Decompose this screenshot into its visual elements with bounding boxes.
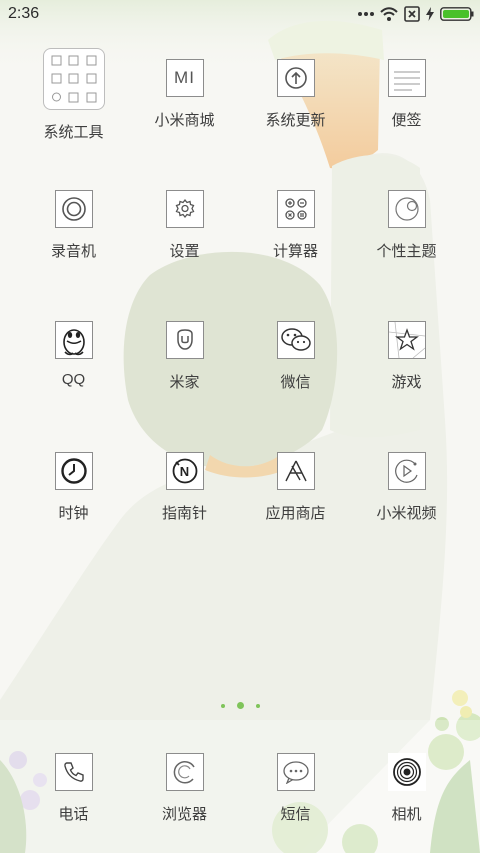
app-label: 微信 — [280, 373, 311, 391]
recorder-icon — [54, 190, 93, 228]
mi-store-icon: MI — [165, 59, 204, 97]
app-recorder[interactable]: 录音机 — [18, 190, 129, 261]
folder-tools-icon — [42, 48, 105, 110]
compass-n-text: N — [179, 463, 190, 479]
app-label: 应用商店 — [265, 504, 326, 522]
charging-bolt-icon — [426, 7, 434, 21]
page-dot[interactable] — [255, 704, 260, 708]
qq-penguin-icon — [54, 321, 93, 359]
app-mi-store[interactable]: MI 小米商城 — [129, 59, 240, 130]
clock-icon — [54, 452, 93, 490]
star-games-icon — [387, 321, 426, 359]
app-label: 设置 — [169, 242, 200, 260]
app-label: 短信 — [280, 805, 311, 823]
app-label: 电话 — [58, 805, 89, 823]
app-system-update[interactable]: 系统更新 — [240, 59, 351, 130]
dock-app-browser[interactable]: 浏览器 — [129, 753, 240, 824]
app-label: 便签 — [391, 111, 422, 129]
app-mijia[interactable]: 米家 — [129, 321, 240, 392]
gear-icon — [165, 190, 204, 228]
wechat-icon — [276, 321, 315, 359]
app-label: 录音机 — [50, 242, 96, 260]
page-dot-active[interactable] — [236, 702, 244, 709]
app-label: 计算器 — [272, 242, 318, 260]
app-label: 小米商城 — [154, 111, 215, 129]
app-system-tools[interactable]: 系统工具 — [18, 48, 129, 142]
theme-icon — [387, 190, 426, 228]
app-clock[interactable]: 时钟 — [18, 452, 129, 523]
app-store-icon — [276, 452, 315, 490]
page-indicator[interactable] — [0, 702, 480, 709]
app-label: 系统更新 — [265, 111, 326, 129]
notes-icon — [387, 59, 426, 97]
sim-x-icon — [404, 6, 420, 22]
app-app-store[interactable]: 应用商店 — [240, 452, 351, 523]
app-calculator[interactable]: 计算器 — [240, 190, 351, 261]
app-notes[interactable]: 便签 — [351, 59, 462, 130]
status-bar: 2:36 — [0, 0, 480, 28]
battery-icon — [440, 7, 474, 21]
app-mi-video[interactable]: 小米视频 — [351, 452, 462, 523]
app-label: 浏览器 — [161, 805, 207, 823]
calculator-icon — [276, 190, 315, 228]
camera-icon — [387, 753, 426, 791]
app-themes[interactable]: 个性主题 — [351, 190, 462, 261]
app-label: QQ — [61, 371, 86, 388]
app-label: 系统工具 — [43, 123, 104, 141]
phone-icon — [54, 753, 93, 791]
app-label: 米家 — [169, 373, 200, 391]
app-label: 指南针 — [161, 504, 207, 522]
app-settings[interactable]: 设置 — [129, 190, 240, 261]
page-dot[interactable] — [220, 704, 225, 708]
dock-app-camera[interactable]: 相机 — [351, 753, 462, 824]
status-time: 2:36 — [8, 5, 40, 22]
mi-logo-text: MI — [174, 68, 195, 87]
wifi-icon — [380, 7, 398, 21]
app-games[interactable]: 游戏 — [351, 321, 462, 392]
update-arrow-icon — [276, 59, 315, 97]
app-label: 相机 — [391, 805, 422, 823]
dock-app-phone[interactable]: 电话 — [18, 753, 129, 824]
app-wechat[interactable]: 微信 — [240, 321, 351, 392]
video-play-icon — [387, 452, 426, 490]
app-qq[interactable]: QQ — [18, 321, 129, 388]
dock-app-messages[interactable]: 短信 — [240, 753, 351, 824]
app-label: 游戏 — [391, 373, 422, 391]
app-label: 小米视频 — [376, 504, 437, 522]
more-dots-icon — [358, 12, 374, 16]
message-icon — [276, 753, 315, 791]
mijia-icon — [165, 321, 204, 359]
app-label: 时钟 — [58, 504, 89, 522]
browser-icon — [165, 753, 204, 791]
app-compass[interactable]: N 指南针 — [129, 452, 240, 523]
compass-icon: N — [165, 452, 204, 490]
app-label: 个性主题 — [376, 242, 437, 260]
